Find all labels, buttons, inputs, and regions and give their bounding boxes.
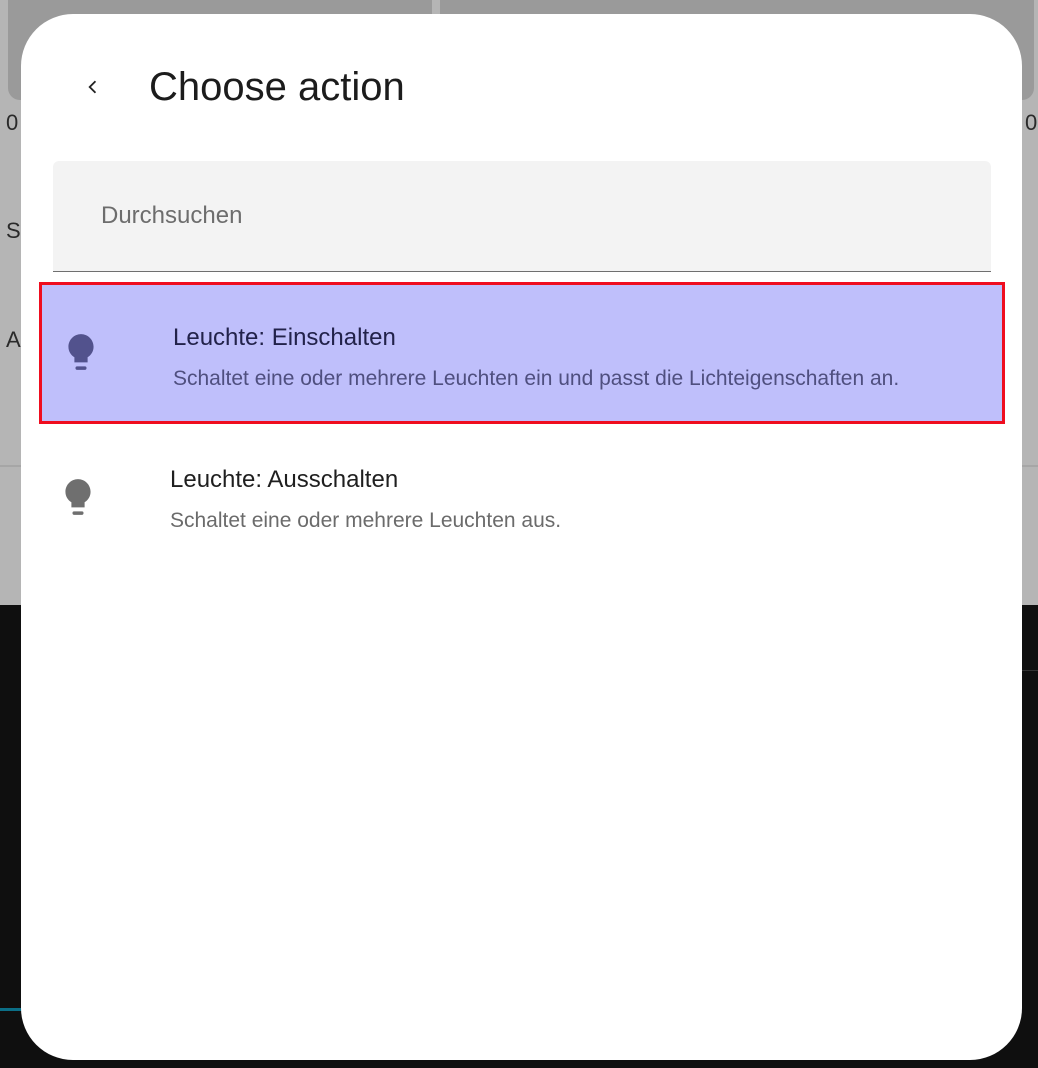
lightbulb-icon <box>62 331 100 375</box>
back-button[interactable] <box>73 69 113 109</box>
search-input[interactable] <box>53 161 991 271</box>
backdrop-accent <box>0 1008 22 1011</box>
lightbulb-icon <box>59 476 97 520</box>
chevron-left-icon <box>82 76 104 103</box>
backdrop-text: A <box>6 327 21 352</box>
search-field[interactable] <box>53 161 991 272</box>
choose-action-dialog: Choose action Leuchte: Einschalten Schal… <box>21 14 1022 1060</box>
backdrop-text: S <box>6 218 21 243</box>
dialog-header: Choose action <box>21 14 1022 154</box>
backdrop-text: 0 <box>6 110 19 135</box>
dialog-title: Choose action <box>149 65 405 109</box>
action-item-turn-on[interactable]: Leuchte: Einschalten Schaltet eine oder … <box>39 282 1005 424</box>
action-item-turn-off[interactable]: Leuchte: Ausschalten Schaltet eine oder … <box>39 427 1005 569</box>
action-description: Schaltet eine oder mehrere Leuchten ein … <box>173 367 900 390</box>
backdrop-line <box>1020 670 1038 671</box>
action-description: Schaltet eine oder mehrere Leuchten aus. <box>170 509 562 532</box>
action-title: Leuchte: Einschalten <box>173 324 396 351</box>
backdrop-text: 0 <box>1025 110 1038 135</box>
action-title: Leuchte: Ausschalten <box>170 466 399 493</box>
